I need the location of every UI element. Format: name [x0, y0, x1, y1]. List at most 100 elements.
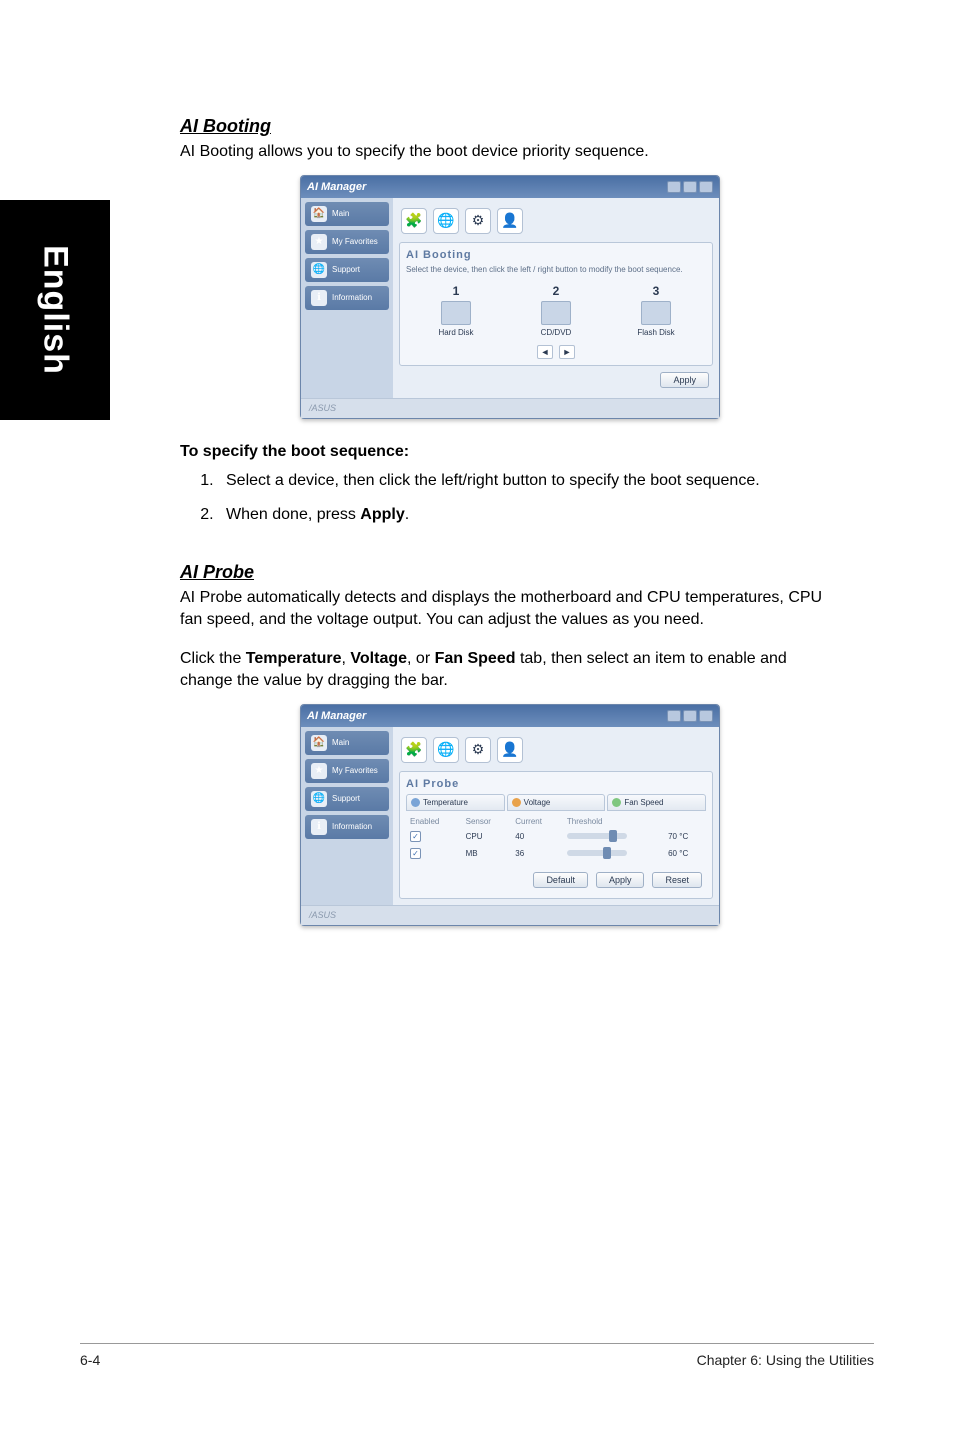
tab-voltage[interactable]: Voltage — [507, 794, 606, 811]
panel-title: AI Probe — [406, 778, 706, 790]
move-left-button[interactable]: ◄ — [537, 345, 553, 359]
slider-knob[interactable] — [603, 847, 611, 859]
steps-list: Select a device, then click the left/rig… — [180, 471, 840, 527]
minimize-button[interactable] — [667, 181, 681, 193]
main-pane: 🧩 🌐 ⚙ 👤 AI Booting Select the device, th… — [393, 198, 719, 398]
move-right-button[interactable]: ► — [559, 345, 575, 359]
unit: °C — [679, 832, 688, 841]
threshold-slider[interactable] — [567, 833, 627, 839]
table-header-row: Enabled Sensor Current Threshold — [406, 815, 706, 828]
threshold-value: 70 — [668, 832, 677, 841]
home-icon: 🏠 — [311, 206, 327, 222]
window-titlebar: AI Manager — [301, 705, 719, 727]
tool-icon-4[interactable]: 👤 — [497, 208, 523, 234]
threshold-value: 60 — [668, 849, 677, 858]
device-label: CD/DVD — [526, 328, 586, 337]
device-number: 2 — [526, 284, 586, 298]
arrow-controls: ◄ ► — [406, 345, 706, 359]
boot-device-2[interactable]: 2 CD/DVD — [526, 284, 586, 337]
close-button[interactable] — [699, 710, 713, 722]
brand-label: /ASUS — [309, 403, 336, 413]
col-enabled: Enabled — [406, 815, 462, 828]
tool-icon-2[interactable]: 🌐 — [433, 737, 459, 763]
sidebar-item-information[interactable]: ℹInformation — [305, 286, 389, 310]
bold: Temperature — [246, 650, 342, 667]
sidebar-item-main[interactable]: 🏠Main — [305, 731, 389, 755]
window-titlebar: AI Manager — [301, 176, 719, 198]
sidebar-item-support[interactable]: 🌐Support — [305, 787, 389, 811]
boot-device-1[interactable]: 1 Hard Disk — [426, 284, 486, 337]
minimize-button[interactable] — [667, 710, 681, 722]
window-title: AI Manager — [307, 181, 366, 193]
sidebar-item-label: Support — [332, 794, 360, 803]
apply-button[interactable]: Apply — [660, 372, 709, 388]
cd-dvd-icon — [541, 301, 571, 325]
close-button[interactable] — [699, 181, 713, 193]
tab-label: Fan Speed — [624, 798, 663, 807]
panel-hint: Select the device, then click the left /… — [406, 265, 706, 274]
threshold-slider[interactable] — [567, 850, 627, 856]
table-row: ✓ CPU 40 70 °C — [406, 828, 706, 845]
tool-icon-3[interactable]: ⚙ — [465, 737, 491, 763]
step-text: . — [405, 506, 409, 523]
tab-label: Temperature — [423, 798, 468, 807]
ai-booting-panel: AI Booting Select the device, then click… — [399, 242, 713, 366]
tab-temperature[interactable]: Temperature — [406, 794, 505, 811]
unit: °C — [679, 849, 688, 858]
info-icon: ℹ — [311, 819, 327, 835]
ai-probe-panel: AI Probe Temperature Voltage Fan Speed E… — [399, 771, 713, 899]
apply-button[interactable]: Apply — [596, 872, 645, 888]
col-sensor: Sensor — [462, 815, 512, 828]
sidebar-item-favorites[interactable]: ★My Favorites — [305, 230, 389, 254]
ai-probe-instruction: Click the Temperature, Voltage, or Fan S… — [180, 648, 840, 691]
reset-button[interactable]: Reset — [652, 872, 702, 888]
step-bold: Apply — [360, 506, 404, 523]
maximize-button[interactable] — [683, 710, 697, 722]
ai-probe-block: AI Probe AI Probe automatically detects … — [180, 562, 840, 925]
bold: Voltage — [350, 650, 407, 667]
tool-icon-4[interactable]: 👤 — [497, 737, 523, 763]
tool-icon-1[interactable]: 🧩 — [401, 208, 427, 234]
sidebar-item-favorites[interactable]: ★ My Favorites — [305, 759, 389, 783]
flash-disk-icon — [641, 301, 671, 325]
step-text: When done, press — [226, 506, 360, 523]
maximize-button[interactable] — [683, 181, 697, 193]
device-number: 1 — [426, 284, 486, 298]
device-label: Hard Disk — [426, 328, 486, 337]
boot-sequence-subheading: To specify the boot sequence: — [180, 443, 840, 461]
tool-icon-2[interactable]: 🌐 — [433, 208, 459, 234]
ai-booting-lead: AI Booting allows you to specify the boo… — [180, 141, 840, 163]
dot-icon — [411, 798, 420, 807]
dot-icon — [612, 798, 621, 807]
tool-icon-3[interactable]: ⚙ — [465, 208, 491, 234]
device-label: Flash Disk — [626, 328, 686, 337]
screenshot-ai-probe: AI Manager 🏠Main ★My Favorites 🌐Support — [180, 704, 840, 926]
screenshot-ai-booting: AI Manager 🏠Main ★My Favorites 🌐Support … — [180, 175, 840, 419]
sidebar-item-support[interactable]: 🌐Support — [305, 258, 389, 282]
window-title: AI Manager — [307, 710, 366, 722]
home-icon: 🏠 — [311, 735, 327, 751]
sensor-name: CPU — [462, 828, 512, 845]
dot-icon — [512, 798, 521, 807]
main-pane: 🧩 🌐 ⚙ 👤 AI Probe Temperature Voltage — [393, 727, 719, 905]
window-buttons — [667, 181, 713, 193]
tool-icon-1[interactable]: 🧩 — [401, 737, 427, 763]
tab-fan-speed[interactable]: Fan Speed — [607, 794, 706, 811]
panel-title: AI Booting — [406, 249, 706, 261]
enable-checkbox[interactable]: ✓ — [410, 831, 421, 842]
enable-checkbox[interactable]: ✓ — [410, 848, 421, 859]
probe-tabs: Temperature Voltage Fan Speed — [406, 794, 706, 811]
ai-booting-heading: AI Booting — [180, 116, 840, 137]
star-icon: ★ — [311, 763, 327, 779]
sidebar-item-information[interactable]: ℹInformation — [305, 815, 389, 839]
sensor-current: 40 — [511, 828, 563, 845]
sidebar-item-label: My Favorites — [332, 766, 378, 775]
default-button[interactable]: Default — [533, 872, 588, 888]
page-footer: 6-4 Chapter 6: Using the Utilities — [80, 1343, 874, 1368]
slider-knob[interactable] — [609, 830, 617, 842]
sidebar-item-main[interactable]: 🏠 Main — [305, 202, 389, 226]
device-number: 3 — [626, 284, 686, 298]
sidebar-item-label: Main — [332, 209, 349, 218]
sidebar-item-label: Information — [332, 293, 372, 302]
boot-device-3[interactable]: 3 Flash Disk — [626, 284, 686, 337]
